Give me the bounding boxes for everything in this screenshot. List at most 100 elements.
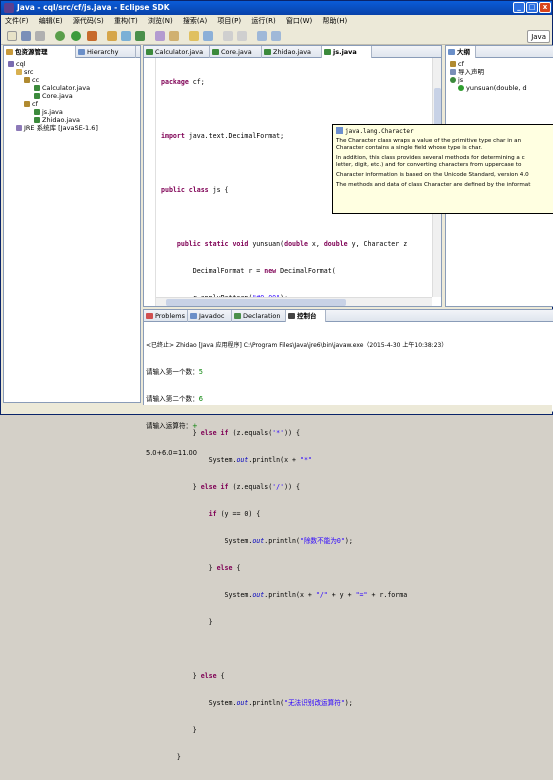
- outline-icon: [448, 49, 455, 55]
- status-bar: [1, 405, 552, 414]
- menu-search[interactable]: 搜索(A): [183, 17, 207, 25]
- console-icon: [288, 313, 295, 319]
- main-toolbar: Java: [1, 28, 552, 45]
- tooltip-line: In addition, this class provides several…: [336, 155, 525, 161]
- debug-icon[interactable]: [55, 31, 65, 41]
- code-line: System.out.println("无法识别改运算符");: [161, 699, 353, 707]
- tooltip-line: The Character class wraps a value of the…: [336, 138, 522, 144]
- project-icon: [8, 61, 14, 67]
- toggle-mark-icon[interactable]: [189, 31, 199, 41]
- eclipse-window: Java - cql/src/cf/js.java - Eclipse SDK …: [0, 0, 553, 761]
- new-java-project-icon[interactable]: [107, 31, 117, 41]
- back-icon[interactable]: [257, 31, 267, 41]
- tooltip-line: Character contains a single field whose …: [336, 145, 483, 151]
- editor-horizontal-scrollbar[interactable]: [156, 297, 432, 306]
- menu-help[interactable]: 帮助(H): [323, 17, 348, 25]
- outline-tree: cf 导入声明 js yunsuan(double, d: [450, 60, 527, 92]
- prev-annotation-icon[interactable]: [237, 31, 247, 41]
- code-line: } else {: [161, 564, 241, 572]
- outline-item-class-js[interactable]: js: [450, 76, 527, 84]
- tab-outline[interactable]: 大纲: [446, 46, 476, 58]
- new-icon[interactable]: [7, 31, 17, 41]
- problems-icon: [146, 313, 153, 319]
- hierarchy-icon: [78, 49, 85, 55]
- source-folder-icon: [16, 69, 22, 75]
- package-icon: [24, 101, 30, 107]
- menu-refactor[interactable]: 重构(T): [114, 17, 138, 25]
- code-line: public static void yunsuan(double x, dou…: [176, 240, 408, 248]
- forward-icon[interactable]: [271, 31, 281, 41]
- code-line: System.out.println("除数不能为0");: [161, 537, 353, 545]
- save-icon[interactable]: [21, 31, 31, 41]
- menu-file[interactable]: 文件(F): [5, 17, 29, 25]
- package-explorer-pane: 包资源管理 Hierarchy cql src cc Calculator.ja…: [3, 45, 141, 403]
- tree-item-calculator[interactable]: Calculator.java: [8, 84, 98, 92]
- menu-run[interactable]: 运行(R): [251, 17, 275, 25]
- javadoc-hover-tooltip: java.lang.Character The Character class …: [332, 124, 553, 214]
- search-icon[interactable]: [169, 31, 179, 41]
- package-explorer-icon: [6, 49, 13, 55]
- title-bar: Java - cql/src/cf/js.java - Eclipse SDK …: [1, 1, 552, 15]
- scroll-thumb[interactable]: [166, 299, 346, 306]
- java-file-icon: [34, 93, 40, 99]
- menu-source[interactable]: 源代码(S): [73, 17, 104, 25]
- new-package-icon[interactable]: [121, 31, 131, 41]
- code-line: package cf;: [161, 78, 205, 86]
- tab-problems[interactable]: Problems: [144, 310, 188, 322]
- print-icon[interactable]: [35, 31, 45, 41]
- tree-item-js[interactable]: js.java: [8, 108, 98, 116]
- new-class-icon[interactable]: [135, 31, 145, 41]
- annotation-icon[interactable]: [203, 31, 213, 41]
- tab-console[interactable]: 控制台: [286, 310, 326, 322]
- open-type-icon[interactable]: [155, 31, 165, 41]
- tab-javadoc[interactable]: Javadoc: [188, 310, 232, 322]
- menu-navigate[interactable]: 浏览(N): [148, 17, 173, 25]
- outline-item-imports[interactable]: 导入声明: [450, 68, 527, 76]
- menu-project[interactable]: 项目(P): [217, 17, 241, 25]
- code-line: System.out.println(x + "/" + y + "=" + r…: [161, 591, 408, 599]
- menu-window[interactable]: 窗口(W): [286, 17, 312, 25]
- javadoc-icon: [190, 313, 197, 319]
- next-annotation-icon[interactable]: [223, 31, 233, 41]
- console-line: 请输入第二个数：6: [146, 395, 203, 403]
- run-icon[interactable]: [71, 31, 81, 41]
- tree-item-cql[interactable]: cql: [8, 60, 98, 68]
- tab-calculator-java[interactable]: Calculator.java: [144, 46, 210, 58]
- editor-ruler: [144, 58, 156, 306]
- tab-package-explorer[interactable]: 包资源管理: [4, 46, 76, 58]
- menu-edit[interactable]: 编辑(E): [39, 17, 63, 25]
- console-header: <已终止> Zhidao [Java 应用程序] C:\Program File…: [146, 342, 448, 349]
- console-line: 请输入运算符：+: [146, 422, 198, 430]
- tree-item-cc[interactable]: cc: [8, 76, 98, 84]
- tree-item-jre[interactable]: JRE 系统库 [JavaSE-1.6]: [8, 124, 98, 132]
- class-icon: [450, 77, 456, 83]
- java-file-icon: [212, 49, 219, 55]
- minimize-button[interactable]: _: [513, 2, 525, 13]
- close-button[interactable]: x: [539, 2, 551, 13]
- package-icon: [24, 77, 30, 83]
- tree-item-cf[interactable]: cf: [8, 100, 98, 108]
- tree-item-src[interactable]: src: [8, 68, 98, 76]
- class-icon: [336, 127, 343, 134]
- declaration-icon: [234, 313, 241, 319]
- console-output[interactable]: <已终止> Zhidao [Java 应用程序] C:\Program File…: [146, 323, 447, 476]
- java-perspective-button[interactable]: Java: [527, 30, 550, 43]
- java-file-icon: [34, 117, 40, 123]
- console-result: 5.0+6.0=11.00: [146, 449, 197, 457]
- tree-item-zhidao[interactable]: Zhidao.java: [8, 116, 98, 124]
- maximize-button[interactable]: □: [526, 2, 538, 13]
- external-tools-icon[interactable]: [87, 31, 97, 41]
- console-line: 请输入第一个数：5: [146, 368, 203, 376]
- tab-zhidao-java[interactable]: Zhidao.java: [262, 46, 322, 58]
- outline-item-package[interactable]: cf: [450, 60, 527, 68]
- tab-declaration[interactable]: Declaration: [232, 310, 286, 322]
- tab-hierarchy[interactable]: Hierarchy: [76, 46, 136, 58]
- outline-item-yunsuan[interactable]: yunsuan(double, d: [450, 84, 527, 92]
- library-icon: [16, 125, 22, 131]
- tree-item-core[interactable]: Core.java: [8, 92, 98, 100]
- tab-js-java[interactable]: js.java: [322, 46, 372, 58]
- tab-core-java[interactable]: Core.java: [210, 46, 262, 58]
- code-line: }: [161, 726, 197, 734]
